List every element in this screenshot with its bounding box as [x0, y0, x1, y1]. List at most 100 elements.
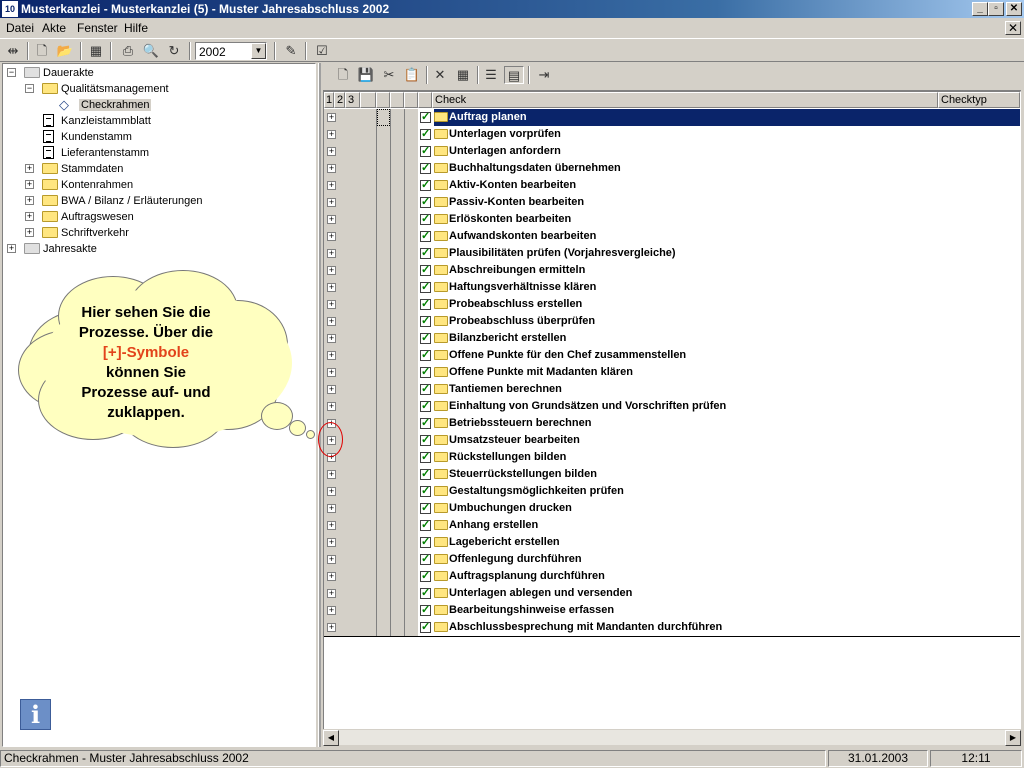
expand-icon[interactable]: +: [25, 228, 34, 237]
checkbox-checked-icon[interactable]: ✓: [420, 435, 431, 446]
expand-icon[interactable]: +: [327, 317, 336, 326]
column-header-checktyp[interactable]: Checktyp: [938, 92, 1020, 108]
scroll-left-icon[interactable]: ◀: [323, 730, 339, 746]
expand-icon[interactable]: +: [327, 555, 336, 564]
expand-icon[interactable]: +: [327, 402, 336, 411]
expand-icon[interactable]: +: [25, 180, 34, 189]
expand-icon[interactable]: +: [327, 623, 336, 632]
menu-fenster[interactable]: Fenster: [77, 21, 118, 35]
expand-icon[interactable]: +: [327, 351, 336, 360]
document-close-button[interactable]: ✕: [1005, 21, 1021, 35]
table-row[interactable]: + ✓ Bilanzbericht erstellen: [324, 330, 1020, 347]
checkbox-checked-icon[interactable]: ✓: [420, 350, 431, 361]
save-icon[interactable]: 💾: [356, 66, 376, 84]
expand-icon[interactable]: +: [327, 521, 336, 530]
menu-datei[interactable]: Datei: [6, 21, 34, 35]
tree-node-kanzleistammblatt[interactable]: Kanzleistammblatt: [41, 113, 241, 129]
close-button[interactable]: ✕: [1006, 2, 1022, 16]
table-row[interactable]: + ✓ Umsatzsteuer bearbeiten: [324, 432, 1020, 449]
column-header-blank[interactable]: [360, 92, 376, 108]
expand-icon[interactable]: +: [327, 334, 336, 343]
table-row[interactable]: + ✓ Auftrag planen: [324, 109, 1020, 126]
details-view-icon[interactable]: ▤: [504, 66, 524, 84]
tree-node-schriftverkehr[interactable]: + Schriftverkehr: [25, 225, 305, 241]
table-row[interactable]: + ✓ Passiv-Konten bearbeiten: [324, 194, 1020, 211]
checkbox-checked-icon[interactable]: ✓: [420, 265, 431, 276]
chevron-down-icon[interactable]: ▼: [251, 43, 266, 59]
expand-icon[interactable]: +: [25, 212, 34, 221]
expand-icon[interactable]: +: [327, 283, 336, 292]
column-header-1[interactable]: 1: [324, 92, 334, 108]
expand-icon[interactable]: +: [327, 504, 336, 513]
column-header-blank[interactable]: [390, 92, 404, 108]
expand-icon[interactable]: +: [327, 147, 336, 156]
table-row[interactable]: + ✓ Haftungsverhältnisse klären: [324, 279, 1020, 296]
expand-icon[interactable]: +: [327, 266, 336, 275]
expand-icon[interactable]: +: [327, 589, 336, 598]
expand-icon[interactable]: +: [327, 181, 336, 190]
checkbox-checked-icon[interactable]: ✓: [420, 418, 431, 429]
tree-node-qualitaetsmanagement[interactable]: − Qualitätsmanagement: [25, 81, 305, 97]
list-view-icon[interactable]: ☰: [481, 66, 501, 84]
checkbox-checked-icon[interactable]: ✓: [420, 112, 431, 123]
tree-node-stammdaten[interactable]: + Stammdaten: [25, 161, 305, 177]
checkbox-checked-icon[interactable]: ✓: [420, 197, 431, 208]
checkbox-checked-icon[interactable]: ✓: [420, 180, 431, 191]
checkbox-checked-icon[interactable]: ✓: [420, 163, 431, 174]
table-row[interactable]: + ✓ Umbuchungen drucken: [324, 500, 1020, 517]
table-row[interactable]: + ✓ Abschlussbesprechung mit Mandanten dur…: [324, 619, 1020, 636]
expand-icon[interactable]: +: [327, 606, 336, 615]
column-header-check[interactable]: Check: [432, 92, 938, 108]
expand-icon[interactable]: +: [327, 130, 336, 139]
info-icon[interactable]: i: [20, 699, 51, 730]
checkbox-checked-icon[interactable]: ✓: [420, 401, 431, 412]
checkbox-checked-icon[interactable]: ✓: [420, 571, 431, 582]
tree-node-bwa-bilanz[interactable]: + BWA / Bilanz / Erläuterungen: [25, 193, 305, 209]
table-row[interactable]: + ✓ Offene Punkte mit Madanten klären: [324, 364, 1020, 381]
column-header-3[interactable]: 3: [345, 92, 360, 108]
horizontal-scrollbar[interactable]: ◀ ▶: [323, 729, 1021, 746]
checkbox-checked-icon[interactable]: ✓: [420, 554, 431, 565]
checkbox-checked-icon[interactable]: ✓: [420, 588, 431, 599]
checkbox-checked-icon[interactable]: ✓: [420, 214, 431, 225]
checkbox-checked-icon[interactable]: ✓: [420, 248, 431, 259]
menu-akte[interactable]: Akte: [42, 21, 66, 35]
column-header-blank[interactable]: [404, 92, 418, 108]
table-row[interactable]: + ✓ Plausibilitäten prüfen (Vorjahresvergl…: [324, 245, 1020, 262]
cut-icon[interactable]: ✂: [379, 66, 399, 84]
expand-icon[interactable]: +: [327, 113, 336, 122]
delete-icon[interactable]: ✕: [430, 66, 450, 84]
minimize-button[interactable]: _: [972, 2, 988, 16]
open-folder-icon[interactable]: 📂: [55, 42, 75, 60]
table-row[interactable]: + ✓ Erlöskonten bearbeiten: [324, 211, 1020, 228]
table-row[interactable]: + ✓ Unterlagen anfordern: [324, 143, 1020, 160]
tree-node-auftragswesen[interactable]: + Auftragswesen: [25, 209, 305, 225]
menu-hilfe[interactable]: Hilfe: [124, 21, 148, 35]
tree-node-dauerakte[interactable]: − Dauerakte: [7, 65, 307, 81]
properties-icon[interactable]: ▦: [453, 66, 473, 84]
checkbox-checked-icon[interactable]: ✓: [420, 503, 431, 514]
checkbox-checked-icon[interactable]: ✓: [420, 367, 431, 378]
expand-icon[interactable]: +: [327, 385, 336, 394]
checkbox-checked-icon[interactable]: ✓: [420, 333, 431, 344]
table-row[interactable]: + ✓ Unterlagen vorprüfen: [324, 126, 1020, 143]
table-row[interactable]: + ✓ Unterlagen ablegen und versenden: [324, 585, 1020, 602]
new-document-icon[interactable]: 🗋: [32, 42, 52, 60]
table-row[interactable]: + ✓ Aufwandskonten bearbeiten: [324, 228, 1020, 245]
tree-node-lieferantenstamm[interactable]: Lieferantenstamm: [41, 145, 241, 161]
expand-icon[interactable]: +: [327, 300, 336, 309]
checklist-grid[interactable]: 1 2 3 Check Checktyp + ✓ Auftrag planen + ✓ U…: [323, 91, 1021, 745]
properties-icon[interactable]: ▦: [86, 42, 106, 60]
checkbox-checked-icon[interactable]: ✓: [420, 537, 431, 548]
expand-icon[interactable]: +: [327, 487, 336, 496]
checkbox-checked-icon[interactable]: ✓: [420, 384, 431, 395]
tree-node-kontenrahmen[interactable]: + Kontenrahmen: [25, 177, 305, 193]
print-preview-icon[interactable]: 🔍: [141, 42, 161, 60]
tree-node-kundenstamm[interactable]: Kundenstamm: [41, 129, 241, 145]
table-row[interactable]: + ✓ Abschreibungen ermitteln: [324, 262, 1020, 279]
collapse-icon[interactable]: −: [7, 68, 16, 77]
expand-icon[interactable]: +: [327, 232, 336, 241]
refresh-icon[interactable]: ↻: [164, 42, 184, 60]
checkbox-checked-icon[interactable]: ✓: [420, 520, 431, 531]
table-row[interactable]: + ✓ Steuerrückstellungen bilden: [324, 466, 1020, 483]
